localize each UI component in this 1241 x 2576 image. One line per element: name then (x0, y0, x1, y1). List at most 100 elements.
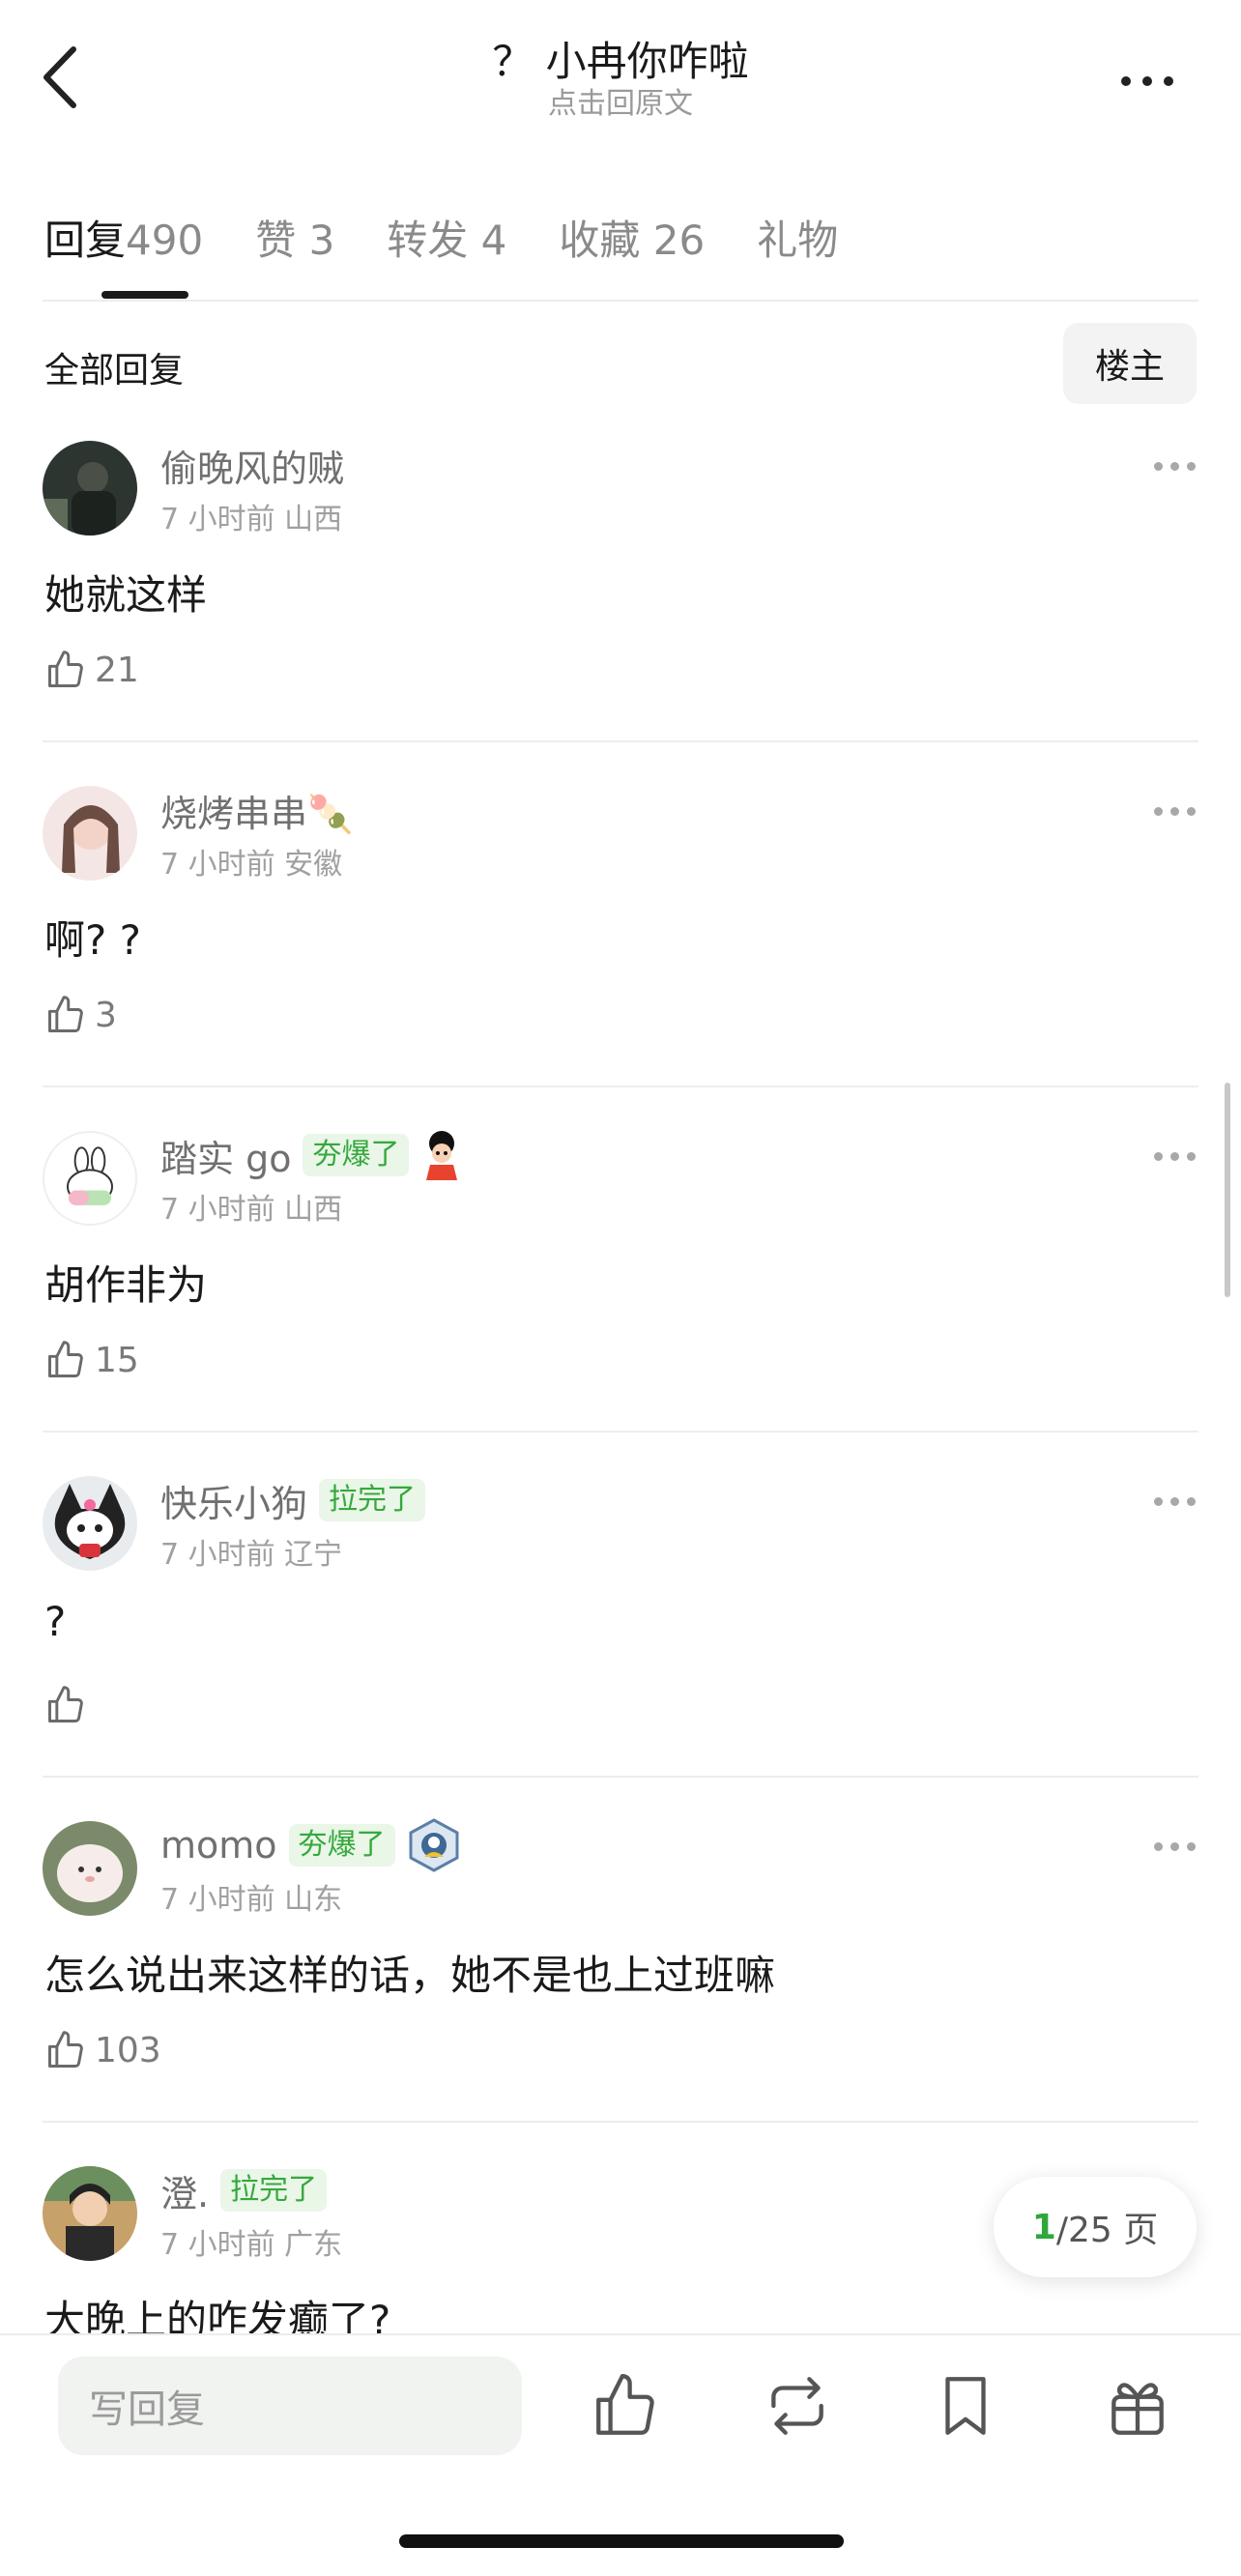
tab-count: 490 (126, 216, 204, 264)
comment-like-button[interactable]: 3 (44, 991, 117, 1039)
comment-meta: 7 小时前 安徽 (160, 840, 342, 883)
comment-more-button[interactable] (1154, 1842, 1196, 1851)
tab-label: 回复 (44, 216, 127, 264)
comment-like-button[interactable]: 15 (44, 1336, 139, 1384)
page-indicator[interactable]: 1/25 页 (994, 2177, 1197, 2277)
avatar[interactable] (43, 2166, 137, 2261)
divider (43, 1776, 1198, 1778)
user-badge: 拉完了 (220, 2169, 328, 2212)
comment-time: 7 小时前 (160, 848, 275, 882)
bookmark-button[interactable] (930, 2370, 1001, 2446)
more-icon-dot (1121, 76, 1131, 86)
comment-meta: 7 小时前 辽宁 (160, 1530, 342, 1573)
thumbs-up-icon (48, 651, 83, 687)
tab-likes[interactable]: 赞 3 (255, 208, 334, 267)
comment-time: 7 小时前 (160, 1193, 275, 1227)
thumbs-up-icon (48, 996, 83, 1032)
bookmark-icon (945, 2377, 986, 2435)
tab-count: 4 (480, 216, 507, 264)
comment-like-button[interactable]: 21 (44, 646, 139, 694)
more-options-button[interactable] (1121, 70, 1189, 93)
tab-label: 转发 (387, 216, 469, 264)
comment-more-button[interactable] (1154, 462, 1196, 471)
comment-like-button[interactable] (44, 1681, 95, 1729)
comment-location: 山东 (284, 1883, 343, 1917)
user-badge: 夯爆了 (288, 1824, 395, 1867)
comment-time: 7 小时前 (160, 1883, 275, 1917)
username[interactable]: 澄. (160, 2164, 209, 2217)
reply-input[interactable]: 写回复 (58, 2357, 522, 2455)
divider (43, 300, 1198, 302)
username[interactable]: 快乐小狗 (160, 1474, 307, 1527)
username[interactable]: 偷晚风的贼 (160, 439, 344, 492)
op-only-button[interactable]: 楼主 (1063, 323, 1197, 404)
comment-text: 啊? ? (44, 916, 141, 964)
header-title-block[interactable]: ？ 小冉你咋啦 点击回原文 (0, 35, 1241, 124)
character-sticker-icon (426, 1131, 458, 1180)
comment-more-button[interactable] (1154, 807, 1196, 816)
total-pages: /25 页 (1055, 2211, 1159, 2250)
repost-icon (771, 2377, 823, 2435)
username[interactable]: 踏实 go (160, 1129, 291, 1182)
current-page: 1 (1031, 2207, 1056, 2247)
username-row: momo 夯爆了 (160, 1818, 461, 1872)
like-button[interactable] (590, 2370, 661, 2446)
comment-location: 广东 (284, 2228, 343, 2262)
comment-location: 辽宁 (284, 1538, 343, 1572)
back-to-original-link[interactable]: 点击回原文 (0, 85, 1241, 124)
username[interactable]: 烧烤串串🍡 (160, 784, 353, 837)
more-icon-dot (1142, 76, 1152, 86)
gift-icon (1111, 2383, 1164, 2435)
username[interactable]: momo (160, 1824, 277, 1867)
more-icon-dot (1164, 76, 1173, 86)
scrollbar[interactable] (1225, 1083, 1230, 1297)
avatar[interactable] (43, 1476, 137, 1571)
like-count: 103 (95, 2030, 161, 2070)
repost-button[interactable] (762, 2370, 833, 2446)
user-badge: 拉完了 (319, 1479, 426, 1521)
tab-bar: 回复490 赞 3 转发 4 收藏 26 礼物 (44, 203, 838, 271)
thumbs-up-icon (596, 2374, 654, 2435)
comment-meta: 7 小时前 山东 (160, 1875, 342, 1918)
divider (43, 2121, 1198, 2123)
page-title: ？ 小冉你咋啦 (492, 38, 749, 85)
tab-count: 26 (652, 216, 706, 264)
tab-replies[interactable]: 回复490 (44, 208, 203, 267)
username-row: 偷晚风的贼 (160, 439, 344, 492)
comment-like-button[interactable]: 103 (44, 2026, 161, 2074)
comment-more-button[interactable] (1154, 1152, 1196, 1161)
like-count: 3 (95, 995, 117, 1035)
avatar[interactable] (43, 786, 137, 881)
avatar[interactable] (43, 1131, 137, 1226)
username-row: 烧烤串串🍡 (160, 784, 353, 837)
comment-text: 胡作非为 (44, 1261, 208, 1309)
avatar[interactable] (43, 1821, 137, 1916)
comment-more-button[interactable] (1154, 1497, 1196, 1506)
username-row: 快乐小狗 拉完了 (160, 1474, 426, 1527)
comment-meta: 7 小时前 山西 (160, 495, 342, 537)
all-replies-label[interactable]: 全部回复 (44, 342, 184, 392)
avatar[interactable] (43, 441, 137, 535)
hexagon-badge-icon (409, 1818, 459, 1872)
comment-meta: 7 小时前 广东 (160, 2220, 342, 2263)
home-indicator[interactable] (399, 2534, 844, 2548)
comment-meta: 7 小时前 山西 (160, 1185, 342, 1228)
tab-gifts[interactable]: 礼物 (757, 208, 838, 267)
tab-reposts[interactable]: 转发 4 (387, 208, 506, 267)
comment-text: ? (44, 1598, 67, 1645)
comment-location: 山西 (284, 503, 343, 536)
comment-time: 7 小时前 (160, 1538, 275, 1572)
comment-text: 她就这样 (44, 571, 208, 619)
comment-text: 怎么说出来这样的话，她不是也上过班嘛 (44, 1952, 776, 1999)
comment-location: 山西 (284, 1193, 343, 1227)
divider (43, 1085, 1198, 1087)
tab-favorites[interactable]: 收藏 26 (559, 208, 705, 267)
tab-label: 礼物 (757, 216, 839, 264)
like-count: 15 (95, 1340, 139, 1380)
comment-time: 7 小时前 (160, 503, 275, 536)
gift-button[interactable] (1102, 2370, 1173, 2446)
active-tab-indicator (101, 291, 188, 299)
tab-label: 收藏 (559, 216, 641, 264)
like-count: 21 (95, 650, 139, 690)
thumbs-up-icon (48, 1341, 83, 1377)
